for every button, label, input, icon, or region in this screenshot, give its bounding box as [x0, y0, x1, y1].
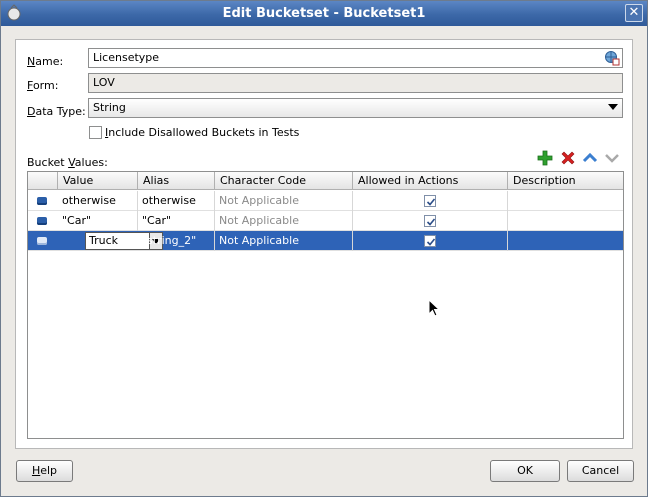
delete-icon[interactable]	[559, 149, 577, 167]
form-label: Form:	[27, 79, 59, 92]
table-header: Value Alias Character Code Allowed in Ac…	[28, 172, 623, 190]
table-row-selected[interactable]: Truck "string_2" Not Applicable	[28, 231, 623, 251]
cell-description[interactable]	[508, 231, 623, 251]
column-header-allowed-in-actions[interactable]: Allowed in Actions	[353, 172, 508, 190]
cell-value[interactable]: "Car"	[58, 211, 138, 231]
bucket-row-icon	[37, 237, 47, 245]
bucket-row-icon	[37, 217, 47, 225]
allowed-checkbox[interactable]	[424, 195, 436, 207]
translate-icon[interactable]	[604, 50, 620, 66]
cell-alias[interactable]: otherwise	[138, 191, 215, 211]
cell-description[interactable]	[508, 211, 623, 231]
form-field: LOV	[88, 73, 623, 93]
cell-allowed	[353, 231, 508, 251]
cell-character-code: Not Applicable	[215, 211, 353, 231]
name-value: Licensetype	[93, 51, 160, 64]
name-label: Name:	[27, 55, 64, 68]
allowed-checkbox[interactable]	[424, 235, 436, 247]
include-disallowed-label: Include Disallowed Buckets in Tests	[105, 126, 300, 139]
cell-value[interactable]: otherwise	[58, 191, 138, 211]
title-bar[interactable]: Edit Bucketset - Bucketset1 ✕	[1, 1, 647, 26]
mouse-cursor-icon	[428, 299, 441, 317]
name-field[interactable]: Licensetype	[88, 48, 623, 68]
cell-character-code: Not Applicable	[215, 191, 353, 211]
ok-button[interactable]: OK	[490, 460, 560, 482]
help-button[interactable]: Help	[16, 460, 73, 482]
column-header-character-code[interactable]: Character Code	[215, 172, 353, 190]
checkmark-icon	[426, 218, 436, 226]
cell-allowed	[353, 191, 508, 211]
window-title: Edit Bucketset - Bucketset1	[222, 6, 426, 21]
bucket-row-icon	[37, 197, 47, 205]
edit-bucketset-dialog: Edit Bucketset - Bucketset1 ✕ Name: Lice…	[0, 0, 648, 497]
cancel-button[interactable]: Cancel	[567, 460, 634, 482]
move-down-icon[interactable]	[603, 149, 621, 167]
include-disallowed-checkbox[interactable]	[89, 126, 102, 139]
move-up-icon[interactable]	[581, 149, 599, 167]
cell-alias[interactable]: "string_2"	[138, 231, 215, 251]
datatype-value: String	[93, 101, 126, 114]
datatype-label: Data Type:	[27, 105, 86, 118]
cell-allowed	[353, 211, 508, 231]
cell-alias[interactable]: "Car"	[138, 211, 215, 231]
value-editor-text: Truck	[89, 234, 119, 247]
datatype-select[interactable]: String	[88, 98, 623, 118]
cell-description[interactable]	[508, 191, 623, 211]
bucket-values-table: Value Alias Character Code Allowed in Ac…	[27, 171, 624, 439]
column-header-description[interactable]: Description	[508, 172, 623, 190]
column-header-alias[interactable]: Alias	[138, 172, 215, 190]
checkmark-icon	[426, 238, 436, 246]
allowed-checkbox[interactable]	[424, 215, 436, 227]
cell-character-code: Not Applicable	[215, 231, 353, 251]
table-row[interactable]: "Car" "Car" Not Applicable	[28, 211, 623, 231]
table-row[interactable]: otherwise otherwise Not Applicable	[28, 191, 623, 211]
checkmark-icon	[426, 198, 436, 206]
bucket-values-label: Bucket Values:	[27, 156, 108, 169]
column-header-icon	[28, 172, 58, 190]
column-header-value[interactable]: Value	[58, 172, 138, 190]
close-button[interactable]: ✕	[625, 4, 643, 22]
add-icon[interactable]	[536, 149, 554, 167]
chevron-down-icon	[608, 104, 618, 110]
